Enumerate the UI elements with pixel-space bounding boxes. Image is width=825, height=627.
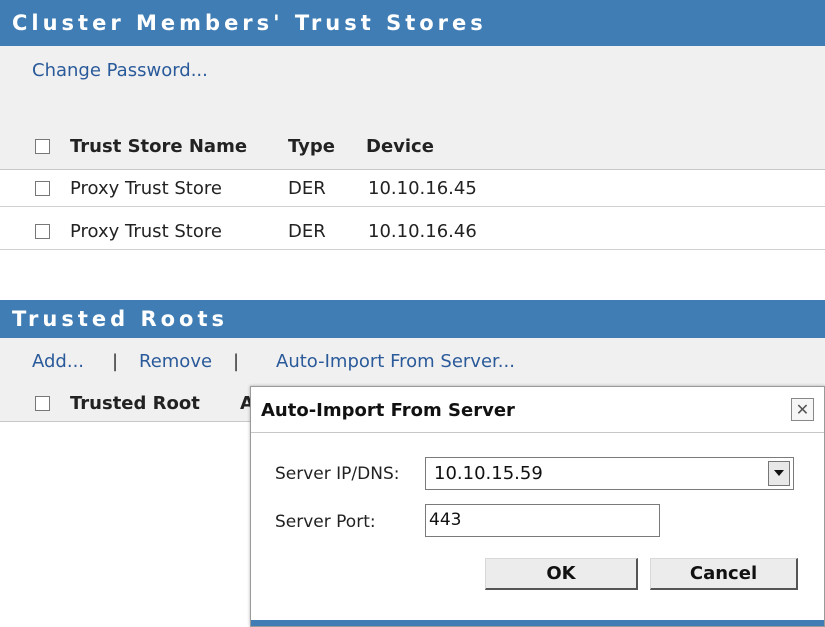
col-type: Type — [288, 136, 335, 157]
trust-store-table-header: Trust Store Name Type Device — [0, 124, 825, 170]
trust-store-name: Proxy Trust Store — [70, 220, 222, 242]
trust-store-type: DER — [288, 220, 326, 242]
col-trusted-root: Trusted Root — [70, 393, 200, 414]
remove-link[interactable]: Remove — [139, 351, 212, 372]
col-trust-store-name: Trust Store Name — [70, 136, 248, 157]
auto-import-link[interactable]: Auto-Import From Server... — [276, 351, 515, 372]
ok-button[interactable]: OK — [485, 558, 638, 590]
server-ip-label: Server IP/DNS: — [275, 464, 400, 484]
trusted-roots-toolbar: Add... | Remove | Auto-Import From Serve… — [0, 338, 825, 386]
row-checkbox[interactable] — [35, 181, 50, 196]
server-port-label: Server Port: — [275, 512, 376, 532]
trust-store-device: 10.10.16.46 — [368, 220, 477, 242]
cancel-button[interactable]: Cancel — [650, 558, 798, 590]
trust-store-name: Proxy Trust Store — [70, 177, 222, 199]
change-password-link[interactable]: Change Password... — [32, 60, 208, 81]
table-row: Proxy Trust Store DER 10.10.16.45 — [0, 170, 825, 207]
trusted-roots-header: Trusted Roots — [0, 300, 825, 338]
divider — [251, 432, 824, 433]
table-row: Proxy Trust Store DER 10.10.16.46 — [0, 213, 825, 250]
select-all-checkbox[interactable] — [35, 139, 50, 154]
separator: | — [112, 351, 119, 372]
select-all-checkbox[interactable] — [35, 396, 50, 411]
row-checkbox[interactable] — [35, 224, 50, 239]
server-ip-select[interactable]: 10.10.15.59 — [425, 457, 794, 490]
trust-store-device: 10.10.16.45 — [368, 177, 477, 199]
col-device: Device — [366, 136, 434, 157]
separator: | — [233, 351, 240, 372]
cluster-toolbar: Change Password... — [0, 46, 825, 124]
close-icon[interactable]: ✕ — [791, 398, 814, 421]
add-link[interactable]: Add... — [32, 351, 84, 372]
cluster-trust-stores-header: Cluster Members' Trust Stores — [0, 0, 825, 46]
server-ip-value: 10.10.15.59 — [434, 463, 543, 484]
chevron-down-icon[interactable] — [768, 461, 790, 486]
server-port-value: 443 — [429, 510, 462, 530]
auto-import-dialog: Auto-Import From Server ✕ Server IP/DNS:… — [250, 386, 825, 627]
server-port-input[interactable]: 443 — [425, 504, 660, 537]
dialog-title: Auto-Import From Server — [261, 400, 515, 421]
dialog-bottom-bar — [251, 620, 824, 626]
trust-store-type: DER — [288, 177, 326, 199]
